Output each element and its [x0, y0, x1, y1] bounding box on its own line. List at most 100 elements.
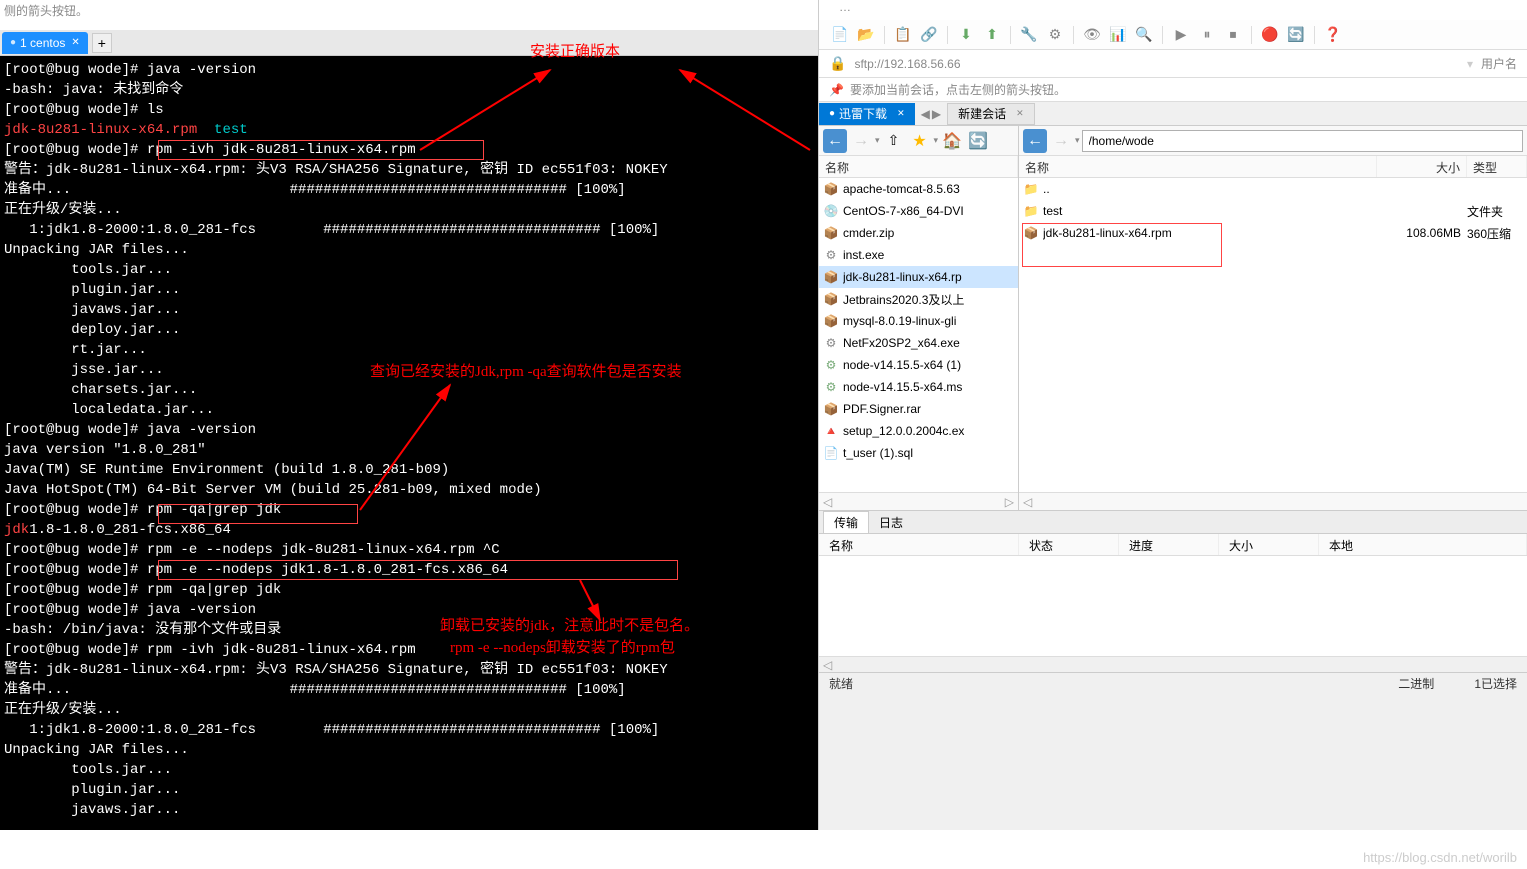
chevron-down-icon[interactable]: ▾	[934, 135, 939, 146]
open-icon[interactable]: 📂	[855, 24, 877, 46]
session-tab-new[interactable]: 新建会话 ✕	[947, 103, 1035, 125]
refresh-icon[interactable]: 🔄	[966, 129, 990, 153]
file-row[interactable]: 📦jdk-8u281-linux-x64.rp	[819, 266, 1018, 288]
file-row[interactable]: ⚙inst.exe	[819, 244, 1018, 266]
stop-icon[interactable]: ⏹	[1222, 24, 1244, 46]
list-icon[interactable]: 📋	[892, 24, 914, 46]
close-icon[interactable]: ✕	[897, 108, 905, 119]
back-button[interactable]: ←	[1023, 129, 1047, 153]
remote-file-list[interactable]: 📁..📁test文件夹📦jdk-8u281-linux-x64.rpm108.0…	[1019, 178, 1527, 492]
forward-button[interactable]: →	[1049, 129, 1073, 153]
transfer-scrollbar[interactable]: ◁	[819, 656, 1527, 672]
app-icon[interactable]: 🔴	[1259, 24, 1281, 46]
terminal-output[interactable]: [root@bug wode]# java -version-bash: jav…	[0, 56, 818, 830]
pause-icon[interactable]: ⏸	[1196, 24, 1218, 46]
back-button[interactable]: ←	[823, 129, 847, 153]
file-row[interactable]: 📁test文件夹	[1019, 200, 1527, 222]
col-size[interactable]: 大小	[1377, 156, 1467, 177]
forward-button[interactable]: →	[849, 129, 873, 153]
local-file-list[interactable]: 📦apache-tomcat-8.5.63💿CentOS-7-x86_64-DV…	[819, 178, 1018, 492]
prev-icon[interactable]: ◀	[921, 107, 930, 121]
file-name: CentOS-7-x86_64-DVI	[843, 204, 1018, 218]
upload-icon[interactable]: ⬆	[981, 24, 1003, 46]
scroll-right-icon[interactable]: ▷	[1005, 495, 1014, 509]
file-icon: 📁	[1023, 203, 1039, 219]
connect-icon[interactable]: 🔗	[918, 24, 940, 46]
scroll-left-icon[interactable]: ◁	[823, 495, 832, 509]
sync-icon[interactable]: 🔄	[1285, 24, 1307, 46]
file-row[interactable]: 📦PDF.Signer.rar	[819, 398, 1018, 420]
add-tab-button[interactable]: +	[92, 33, 112, 53]
file-row[interactable]: ⚙NetFx20SP2_x64.exe	[819, 332, 1018, 354]
star-icon[interactable]: ★	[908, 129, 932, 153]
session-tab-label: 新建会话	[958, 105, 1006, 122]
resume-icon[interactable]: ▶	[1170, 24, 1192, 46]
chart-icon[interactable]: 📊	[1107, 24, 1129, 46]
next-icon[interactable]: ▶	[932, 107, 941, 121]
remote-panel: ← → ▾ 名称 大小 类型 📁..📁test文件夹📦jdk-8u281-lin…	[1019, 126, 1527, 510]
col-name[interactable]: 名称	[819, 534, 1019, 555]
file-row[interactable]: 📄t_user (1).sql	[819, 442, 1018, 464]
file-icon: 📦	[823, 269, 839, 285]
session-tab-active[interactable]: ● 迅雷下载 ✕	[819, 103, 915, 125]
settings-icon[interactable]: 🔧	[1018, 24, 1040, 46]
col-progress[interactable]: 进度	[1119, 534, 1219, 555]
remote-path-input[interactable]	[1082, 130, 1523, 152]
col-type[interactable]: 类型	[1467, 156, 1527, 177]
log-tab[interactable]: 日志	[869, 512, 913, 533]
file-row[interactable]: 📦apache-tomcat-8.5.63	[819, 178, 1018, 200]
file-icon: 📄	[823, 445, 839, 461]
terminal-tab[interactable]: ● 1 centos ✕	[2, 32, 88, 54]
sftp-client-pane: … 📄 📂 📋 🔗 ⬇ ⬆ 🔧 ⚙ 👁 📊 🔍 ▶ ⏸ ⏹ 🔴 🔄 ❓ 🔒 sf…	[818, 0, 1527, 830]
col-name[interactable]: 名称	[819, 156, 1018, 177]
view-icon[interactable]: 👁	[1081, 24, 1103, 46]
help-icon[interactable]: ❓	[1322, 24, 1344, 46]
new-file-icon[interactable]: 📄	[829, 24, 851, 46]
close-icon[interactable]: ✕	[1016, 108, 1024, 119]
remote-scrollbar[interactable]: ◁	[1019, 492, 1527, 510]
dropdown-icon[interactable]: ▾	[1467, 57, 1473, 71]
options-icon[interactable]: ⚙	[1044, 24, 1066, 46]
file-icon: ⚙	[823, 247, 839, 263]
transfer-tab[interactable]: 传输	[823, 511, 869, 533]
file-row[interactable]: 💿CentOS-7-x86_64-DVI	[819, 200, 1018, 222]
address-text[interactable]: sftp://192.168.56.66	[854, 57, 1459, 71]
session-tab-label: 迅雷下载	[839, 105, 887, 122]
file-row[interactable]: ⚙node-v14.15.5-x64 (1)	[819, 354, 1018, 376]
file-row[interactable]: 📁..	[1019, 178, 1527, 200]
terminal-line: 准备中... #################################…	[4, 680, 814, 700]
col-name[interactable]: 名称	[1019, 156, 1377, 177]
file-row[interactable]: 🔺setup_12.0.0.2004c.ex	[819, 420, 1018, 442]
terminal-line: java version "1.8.0_281"	[4, 440, 814, 460]
terminal-line: [root@bug wode]# rpm -ivh jdk-8u281-linu…	[4, 640, 814, 660]
chevron-down-icon[interactable]: ▾	[875, 135, 880, 146]
terminal-line: 1:jdk1.8-2000:1.8.0_281-fcs ############…	[4, 220, 814, 240]
close-icon[interactable]: ✕	[71, 37, 79, 48]
file-icon: ⚙	[823, 357, 839, 373]
home-icon[interactable]: 🏠	[940, 129, 964, 153]
file-row[interactable]: 📦jdk-8u281-linux-x64.rpm108.06MB360压缩	[1019, 222, 1527, 244]
scroll-left-icon[interactable]: ◁	[1023, 495, 1032, 509]
download-icon[interactable]: ⬇	[955, 24, 977, 46]
chevron-down-icon[interactable]: ▾	[1075, 135, 1080, 146]
terminal-line: Unpacking JAR files...	[4, 740, 814, 760]
file-name: cmder.zip	[843, 226, 1018, 240]
terminal-line: tools.jar...	[4, 760, 814, 780]
local-scrollbar[interactable]: ◁▷	[819, 492, 1018, 510]
file-name: apache-tomcat-8.5.63	[843, 182, 1018, 196]
up-button[interactable]: ⇧	[882, 129, 906, 153]
scroll-left-icon[interactable]: ◁	[823, 658, 832, 672]
transfer-list[interactable]	[819, 556, 1527, 656]
file-row[interactable]: 📦mysql-8.0.19-linux-gli	[819, 310, 1018, 332]
file-icon: 📦	[823, 401, 839, 417]
col-local[interactable]: 本地	[1319, 534, 1527, 555]
file-row[interactable]: 📦cmder.zip	[819, 222, 1018, 244]
file-icon: 📦	[823, 313, 839, 329]
col-size[interactable]: 大小	[1219, 534, 1319, 555]
file-row[interactable]: ⚙node-v14.15.5-x64.ms	[819, 376, 1018, 398]
terminal-line: localedata.jar...	[4, 400, 814, 420]
col-status[interactable]: 状态	[1019, 534, 1119, 555]
file-row[interactable]: 📦Jetbrains2020.3及以上	[819, 288, 1018, 310]
find-icon[interactable]: 🔍	[1133, 24, 1155, 46]
remote-list-header: 名称 大小 类型	[1019, 156, 1527, 178]
